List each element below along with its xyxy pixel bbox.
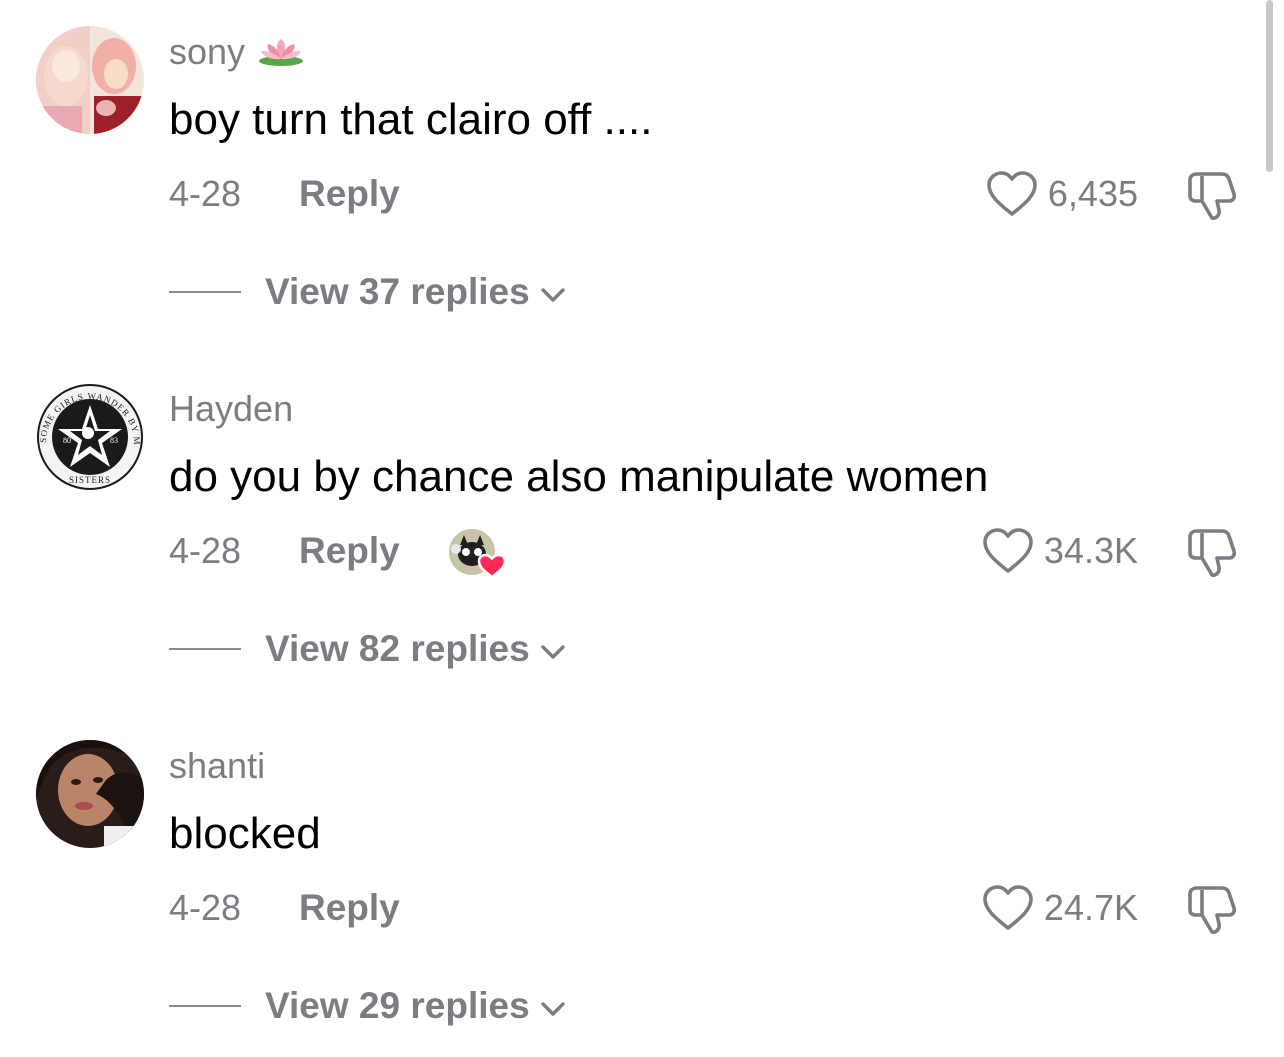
avatar-image	[36, 26, 144, 134]
comment-item: sony boy turn that clairo off .... 4-28 …	[0, 0, 1284, 340]
reply-button[interactable]: Reply	[299, 172, 400, 216]
creator-avatar-heart-icon	[447, 527, 507, 579]
thumbs-down-icon	[1188, 172, 1237, 220]
like-button[interactable]: 6,435	[986, 170, 1138, 218]
divider	[169, 291, 241, 293]
chevron-down-icon	[540, 288, 565, 302]
dislike-button[interactable]	[1184, 884, 1240, 936]
view-replies-label: View 37 replies	[265, 271, 530, 312]
avatar[interactable]	[36, 26, 144, 134]
heart-outline-icon	[983, 528, 1033, 573]
creator-liked-badge	[446, 527, 516, 583]
view-replies-button[interactable]: View 37 replies	[169, 268, 566, 316]
comment-item: shanti blocked 4-28 Reply 24.7K View 29 …	[0, 714, 1284, 1054]
view-replies-button[interactable]: View 82 replies	[169, 625, 566, 673]
reply-button[interactable]: Reply	[299, 886, 400, 930]
like-button[interactable]: 24.7K	[982, 884, 1138, 932]
avatar[interactable]: 80 83 SOME GIRLS WANDER BY MISTAKE SISTE…	[36, 383, 144, 491]
dislike-button[interactable]	[1184, 170, 1240, 222]
view-replies-label: View 29 replies	[265, 985, 530, 1026]
lotus-icon	[259, 39, 304, 66]
comment-username[interactable]: sony	[169, 30, 305, 74]
view-replies-label: View 82 replies	[265, 628, 530, 669]
like-button[interactable]: 34.3K	[982, 527, 1138, 575]
avatar[interactable]	[36, 740, 144, 848]
avatar-image	[36, 740, 144, 848]
like-count: 24.7K	[1043, 887, 1138, 928]
thumbs-down-icon	[1188, 529, 1237, 577]
comment-text: boy turn that clairo off ....	[169, 95, 653, 144]
like-count: 34.3K	[1043, 530, 1138, 571]
comment-item: 80 83 SOME GIRLS WANDER BY MISTAKE SISTE…	[0, 357, 1284, 697]
view-replies-button[interactable]: View 29 replies	[169, 982, 566, 1030]
comment-username[interactable]: shanti	[169, 744, 265, 788]
scrollbar[interactable]	[1266, 0, 1273, 172]
divider	[169, 648, 241, 650]
chevron-down-icon	[540, 1002, 565, 1016]
like-count: 6,435	[1047, 173, 1138, 214]
avatar-year-left: 80	[63, 436, 71, 445]
comment-text: do you by chance also manipulate women	[169, 452, 989, 501]
avatar-image: 80 83 SOME GIRLS WANDER BY MISTAKE SISTE…	[36, 383, 144, 491]
chevron-down-icon	[540, 645, 565, 659]
comment-username[interactable]: Hayden	[169, 387, 293, 431]
reply-button[interactable]: Reply	[299, 529, 400, 573]
thumbs-down-icon	[1188, 886, 1237, 934]
comment-date: 4-28	[169, 173, 242, 214]
heart-outline-icon	[987, 171, 1037, 216]
comment-date: 4-28	[169, 887, 242, 928]
divider	[169, 1005, 241, 1007]
heart-outline-icon	[983, 885, 1033, 930]
avatar-year-right: 83	[110, 436, 118, 445]
avatar-footer-text: SISTERS	[69, 475, 111, 485]
comment-text: blocked	[169, 809, 321, 858]
comment-date: 4-28	[169, 530, 242, 571]
dislike-button[interactable]	[1184, 527, 1240, 579]
